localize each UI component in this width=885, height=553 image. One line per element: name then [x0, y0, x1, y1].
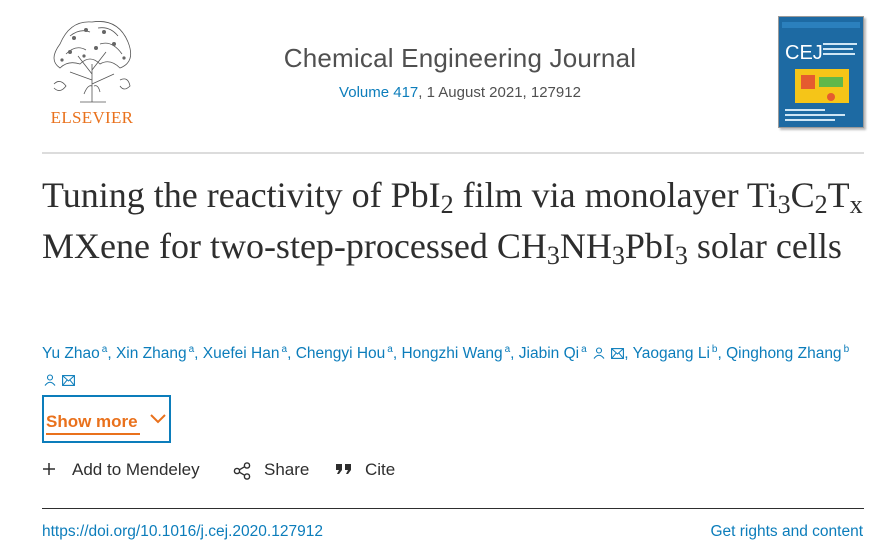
author-link[interactable]: Yaogang Li b [633, 345, 718, 363]
person-icon [44, 374, 56, 386]
author-list: Yu Zhao a, Xin Zhang a, Xuefei Han a, Cheng… [42, 340, 864, 394]
envelope-icon [62, 375, 76, 386]
share-icon [233, 462, 251, 480]
cover-abbrev: CEJ [785, 42, 823, 64]
footer-divider [42, 508, 864, 509]
rights-link[interactable]: Get rights and content [710, 523, 863, 541]
author-link[interactable]: Jiabin Qi a [519, 345, 625, 362]
elsevier-logo[interactable]: ELSEVIER [40, 14, 144, 130]
show-more-underline [46, 433, 140, 435]
share-label: Share [264, 460, 310, 479]
author-link[interactable]: Xuefei Han a [203, 345, 287, 363]
show-more-label: Show more [46, 412, 138, 431]
author-link[interactable]: Hongzhi Wang a [401, 345, 510, 363]
doi-link[interactable]: https://doi.org/10.1016/j.cej.2020.12791… [42, 523, 323, 541]
elsevier-tree-icon [53, 21, 132, 103]
cover-art-icon: CEJ [779, 17, 863, 127]
show-more-button[interactable]: Show more [42, 395, 171, 443]
issue-date: , 1 August 2021, 127912 [418, 84, 581, 101]
article-header: ELSEVIER Chemical Engineering Journal Vo… [0, 0, 885, 150]
journal-cover-image[interactable]: CEJ [778, 16, 864, 128]
author-link[interactable]: Xin Zhang a [116, 345, 194, 363]
journal-title[interactable]: Chemical Engineering Journal [230, 43, 690, 74]
author-link[interactable]: Yu Zhao a [42, 345, 107, 363]
cite-label: Cite [365, 460, 396, 479]
envelope-icon [611, 348, 625, 359]
article-title: Tuning the reactivity of PbI2 film via m… [42, 175, 863, 270]
plus-icon [43, 463, 55, 475]
quote-icon [336, 464, 351, 474]
chevron-down-icon [150, 414, 166, 424]
add-to-mendeley-label: Add to Mendeley [72, 460, 200, 479]
header-divider [42, 152, 864, 154]
publisher-name: ELSEVIER [50, 108, 134, 127]
issue-line: Volume 417, 1 August 2021, 127912 [230, 84, 690, 101]
person-icon [593, 347, 605, 359]
author-link[interactable]: Chengyi Hou a [296, 345, 393, 363]
volume-link[interactable]: Volume 417 [339, 84, 418, 101]
